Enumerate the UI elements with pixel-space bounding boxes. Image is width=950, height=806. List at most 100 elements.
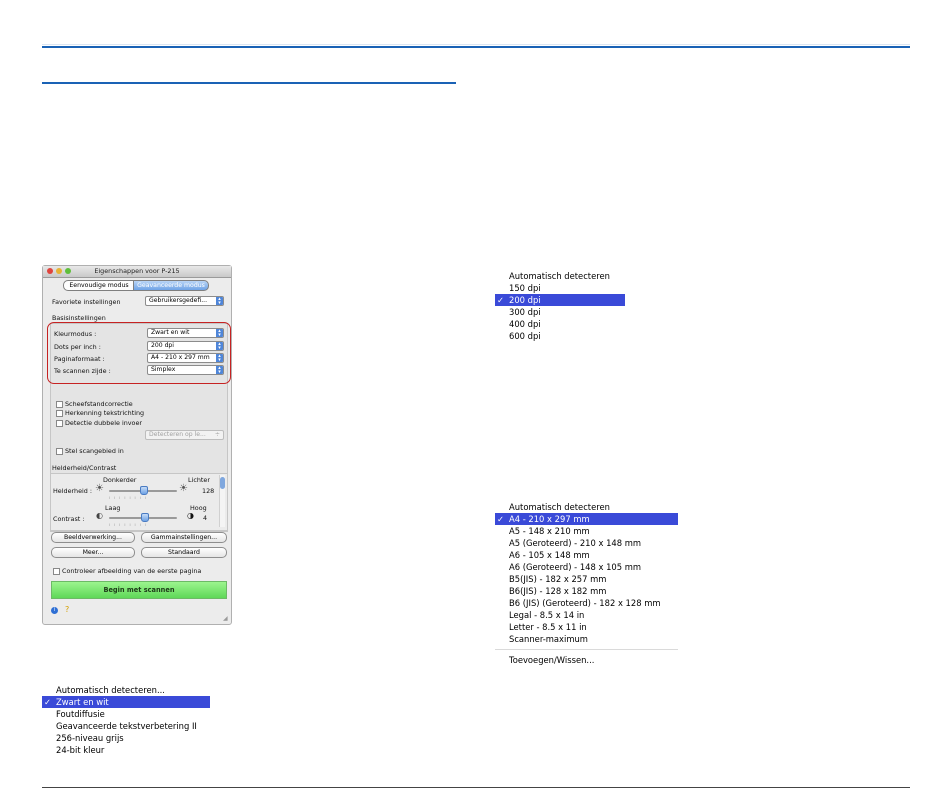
menu-item[interactable]: A6 (Geroteerd) - 148 x 105 mm bbox=[495, 561, 678, 573]
menu-item[interactable]: 24-bit kleur bbox=[42, 744, 210, 756]
gamma-settings-button[interactable]: Gammainstellingen... bbox=[141, 532, 227, 543]
contrast-low-icon: ◐ bbox=[96, 511, 103, 520]
menu-item[interactable]: Letter - 8.5 x 11 in bbox=[495, 621, 678, 633]
checkmark-icon: ✓ bbox=[497, 514, 505, 524]
menu-item-label: Letter - 8.5 x 11 in bbox=[509, 622, 587, 632]
menu-item-label: Legal - 8.5 x 14 in bbox=[509, 610, 585, 620]
brightness-slider-knob[interactable] bbox=[140, 486, 149, 495]
menu-item[interactable]: B6(JIS) - 128 x 182 mm bbox=[495, 585, 678, 597]
basic-settings-label: Basisinstellingen bbox=[52, 314, 106, 322]
menu-item[interactable]: 600 dpi bbox=[495, 330, 625, 342]
brightness-ticks: ıııııııı bbox=[109, 495, 150, 500]
menu-item-label: B6(JIS) - 128 x 182 mm bbox=[509, 586, 607, 596]
contrast-slider-knob[interactable] bbox=[141, 513, 150, 522]
menu-item[interactable]: 256-niveau grijs bbox=[42, 732, 210, 744]
resize-grip-icon[interactable]: ◢ bbox=[223, 615, 228, 622]
menu-item-label: A5 - 148 x 210 mm bbox=[509, 526, 590, 536]
menu-item[interactable]: A5 - 148 x 210 mm bbox=[495, 525, 678, 537]
default-button[interactable]: Standaard bbox=[141, 547, 227, 558]
menu-item[interactable]: A5 (Geroteerd) - 210 x 148 mm bbox=[495, 537, 678, 549]
dpi-value: 200 dpi bbox=[151, 342, 174, 349]
favorites-label: Favoriete instellingen bbox=[52, 298, 121, 306]
menu-item-label: Automatisch detecteren bbox=[509, 502, 610, 512]
menu-item-label: Automatisch detecteren bbox=[509, 271, 610, 281]
color-mode-value: Zwart en wit bbox=[151, 329, 190, 336]
double-feed-select[interactable]: Detecteren op le... ÷ bbox=[145, 430, 224, 440]
contrast-ticks: ıııııııı bbox=[109, 522, 150, 527]
menu-item[interactable]: Automatisch detecteren... bbox=[42, 684, 210, 696]
check-first-page-checkbox[interactable] bbox=[53, 568, 60, 575]
double-feed-checkbox[interactable] bbox=[56, 420, 63, 427]
start-scan-button[interactable]: Begin met scannen bbox=[51, 581, 227, 599]
menu-item-label: Scanner-maximum bbox=[509, 634, 588, 644]
side-select[interactable]: Simplex ▴ ▾ bbox=[147, 365, 224, 375]
dpi-select[interactable]: 200 dpi ▴ ▾ bbox=[147, 341, 224, 351]
dpi-label: Dots per inch : bbox=[54, 343, 101, 351]
menu-item[interactable]: Automatisch detecteren bbox=[495, 501, 678, 513]
check-first-page-label: Controleer afbeelding van de eerste pagi… bbox=[62, 567, 202, 575]
more-button[interactable]: Meer... bbox=[51, 547, 135, 558]
menu-item-label: Zwart en wit bbox=[56, 697, 109, 707]
menu-item[interactable]: 300 dpi bbox=[495, 306, 625, 318]
favorites-select[interactable]: Gebruikersgedefi... ▴ ▾ bbox=[145, 296, 224, 306]
menu-item-label: 150 dpi bbox=[509, 283, 541, 293]
menu-item[interactable]: Foutdiffusie bbox=[42, 708, 210, 720]
section-rule bbox=[42, 82, 456, 84]
favorites-value: Gebruikersgedefi... bbox=[149, 297, 208, 304]
color-mode-select[interactable]: Zwart en wit ▴ ▾ bbox=[147, 328, 224, 338]
tab-simple-mode[interactable]: Eenvoudige modus bbox=[63, 280, 135, 291]
stepper-arrows-icon: ▴ ▾ bbox=[216, 354, 223, 362]
header-rule bbox=[42, 46, 910, 48]
menu-item[interactable]: Geavanceerde tekstverbetering II bbox=[42, 720, 210, 732]
color-mode-label: Kleurmodus : bbox=[54, 330, 97, 338]
page-size-select[interactable]: A4 - 210 x 297 mm ▴ ▾ bbox=[147, 353, 224, 363]
menu-item[interactable]: B6 (JIS) (Geroteerd) - 182 x 128 mm bbox=[495, 597, 678, 609]
lighter-label: Lichter bbox=[188, 476, 210, 484]
double-feed-value: Detecteren op le... bbox=[149, 431, 206, 438]
menu-item[interactable]: 150 dpi bbox=[495, 282, 625, 294]
menu-item[interactable]: 400 dpi bbox=[495, 318, 625, 330]
menu-item-label: A6 (Geroteerd) - 148 x 105 mm bbox=[509, 562, 642, 572]
menu-item[interactable]: A6 - 105 x 148 mm bbox=[495, 549, 678, 561]
stepper-arrows-icon: ▴ ▾ bbox=[216, 366, 223, 374]
checkmark-icon: ✓ bbox=[497, 295, 505, 305]
menu-item-label: A4 - 210 x 297 mm bbox=[509, 514, 590, 524]
title-bar: Eigenschappen voor P-215 bbox=[43, 266, 231, 278]
deskew-label: Scheefstandcorrectie bbox=[65, 400, 133, 408]
menu-item[interactable]: ✓ Zwart en wit bbox=[42, 696, 210, 708]
image-processing-button[interactable]: Beeldverwerking... bbox=[51, 532, 135, 543]
darker-label: Donkerder bbox=[103, 476, 137, 484]
menu-item-label: 600 dpi bbox=[509, 331, 541, 341]
menu-item[interactable]: Legal - 8.5 x 14 in bbox=[495, 609, 678, 621]
sun-dim-icon: ☀ bbox=[95, 483, 104, 494]
menu-item[interactable]: ✓ 200 dpi bbox=[495, 294, 625, 306]
menu-item-label: 400 dpi bbox=[509, 319, 541, 329]
page-size-menu: Automatisch detecteren ✓ A4 - 210 x 297 mm… bbox=[495, 501, 678, 666]
scrollbar[interactable] bbox=[219, 475, 225, 527]
menu-item-label: 300 dpi bbox=[509, 307, 541, 317]
menu-item-label: B6 (JIS) (Geroteerd) - 182 x 128 mm bbox=[509, 598, 661, 608]
deskew-checkbox[interactable] bbox=[56, 401, 63, 408]
side-label: Te scannen zijde : bbox=[54, 367, 111, 375]
menu-item[interactable]: ✓ A4 - 210 x 297 mm bbox=[495, 513, 678, 525]
low-label: Laag bbox=[105, 504, 121, 512]
contrast-high-icon: ◑ bbox=[187, 511, 194, 520]
info-icon[interactable]: i bbox=[51, 607, 58, 614]
menu-item[interactable]: Automatisch detecteren bbox=[495, 270, 625, 282]
menu-item-label: Automatisch detecteren... bbox=[56, 685, 165, 695]
tab-advanced-mode[interactable]: Geavanceerde modus bbox=[133, 280, 209, 291]
scrollbar-thumb[interactable] bbox=[220, 477, 225, 489]
double-feed-label: Detectie dubbele invoer bbox=[65, 419, 143, 427]
help-key-icon[interactable]: ? bbox=[65, 605, 69, 614]
checkmark-icon: ✓ bbox=[44, 697, 52, 707]
brightness-contrast-label: Helderheid/Contrast bbox=[52, 464, 117, 472]
menu-item[interactable]: B5(JIS) - 182 x 257 mm bbox=[495, 573, 678, 585]
text-orientation-checkbox[interactable] bbox=[56, 410, 63, 417]
menu-item-label: 24-bit kleur bbox=[56, 745, 105, 755]
scan-area-checkbox[interactable] bbox=[56, 448, 63, 455]
side-value: Simplex bbox=[151, 366, 176, 373]
page-size-value: A4 - 210 x 297 mm bbox=[151, 354, 210, 361]
menu-item[interactable]: Scanner-maximum bbox=[495, 633, 678, 645]
color-mode-menu: Automatisch detecteren... ✓ Zwart en wit Fo… bbox=[42, 684, 210, 756]
menu-item-add-remove[interactable]: Toevoegen/Wissen... bbox=[495, 654, 678, 666]
